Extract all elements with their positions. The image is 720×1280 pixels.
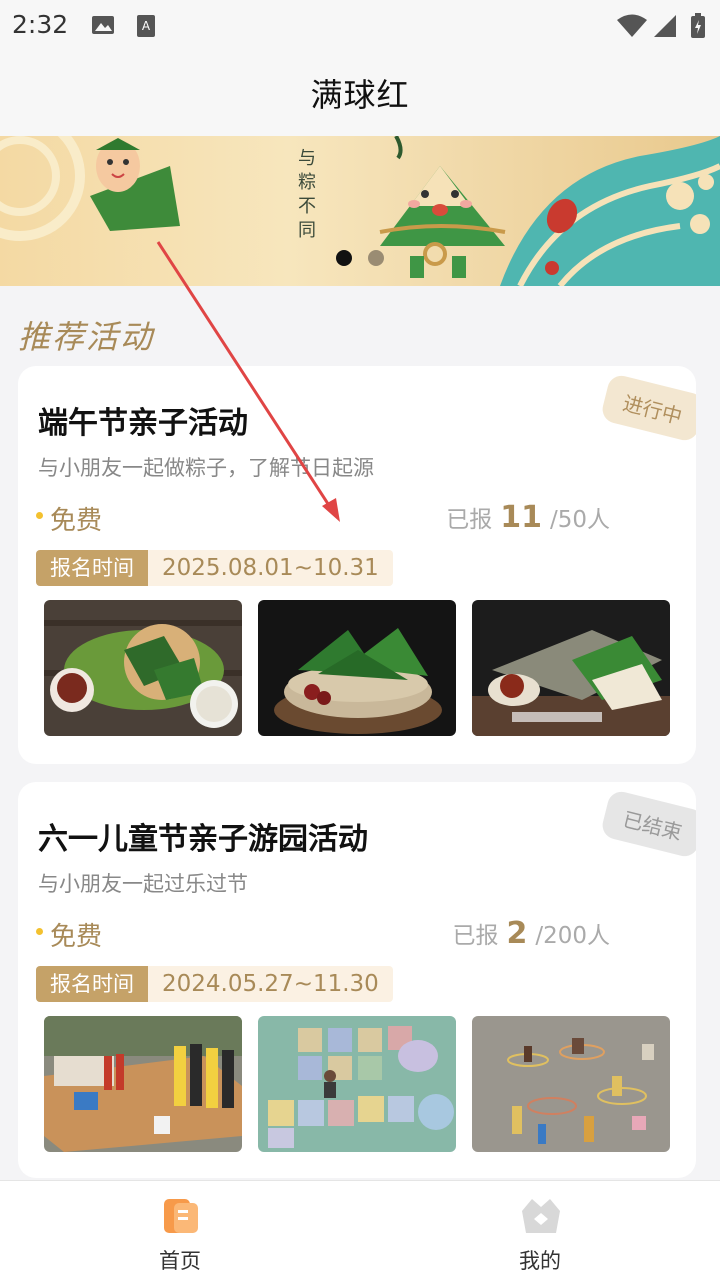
gallery-icon (92, 16, 114, 34)
signup-count: 已报 11 /50人 (446, 500, 610, 535)
activity-photo[interactable] (472, 600, 670, 736)
section-title: 推荐活动 (18, 318, 155, 356)
battery-icon (691, 13, 705, 38)
activity-photos (44, 1016, 670, 1152)
nav-home-label: 首页 (159, 1249, 201, 1273)
svg-text:同: 同 (298, 220, 316, 241)
signup-prefix: 已报 (452, 923, 499, 949)
nav-home[interactable]: 首页 (0, 1181, 360, 1280)
activity-card[interactable]: 六一儿童节亲子游园活动 与小朋友一起过乐过节 免费 已报 2 /200人 报名时… (18, 782, 696, 1178)
price-dot-icon (36, 928, 43, 935)
svg-text:不: 不 (298, 196, 316, 217)
activity-title: 六一儿童节亲子游园活动 (38, 822, 368, 857)
activity-photo[interactable] (258, 1016, 456, 1152)
activity-photos (44, 600, 670, 736)
text-app-icon: A (137, 15, 155, 37)
activity-title: 端午节亲子活动 (38, 406, 248, 441)
banner-carousel[interactable]: 与 粽 不 同 (0, 136, 720, 286)
crown-icon (522, 1199, 560, 1233)
signal-icon (654, 15, 676, 37)
price-dot-icon (36, 512, 43, 519)
svg-text:与: 与 (298, 148, 316, 169)
date-range: 2025.08.01~10.31 (148, 550, 393, 586)
activity-photo[interactable] (258, 600, 456, 736)
status-badge: 进行中 (599, 372, 696, 444)
date-range: 2024.05.27~11.30 (148, 966, 393, 1002)
status-badge: 已结束 (599, 788, 696, 860)
signup-date: 报名时间 2024.05.27~11.30 (36, 966, 393, 1002)
activity-subtitle: 与小朋友一起过乐过节 (38, 872, 248, 896)
activity-price: 免费 (50, 506, 103, 536)
activity-photo[interactable] (44, 1016, 242, 1152)
signup-total: /200人 (535, 923, 610, 949)
carousel-dot[interactable] (368, 250, 384, 266)
date-label: 报名时间 (36, 966, 148, 1002)
nav-mine-label: 我的 (519, 1249, 561, 1273)
banner-illustration: 与 粽 不 同 (0, 136, 720, 286)
date-label: 报名时间 (36, 550, 148, 586)
app-title: 满球红 (310, 76, 410, 114)
activity-price: 免费 (50, 922, 103, 952)
nav-mine[interactable]: 我的 (360, 1181, 720, 1280)
activity-photo[interactable] (44, 600, 242, 736)
status-time: 2:32 (12, 10, 69, 39)
wifi-icon (617, 14, 647, 37)
svg-text:粽: 粽 (298, 172, 316, 193)
svg-text:A: A (142, 19, 151, 33)
activity-photo[interactable] (472, 1016, 670, 1152)
activity-card[interactable]: 端午节亲子活动 与小朋友一起做粽子，了解节日起源 免费 已报 11 /50人 报… (18, 366, 696, 764)
bottom-nav: 首页 我的 (0, 1180, 720, 1280)
signup-count: 已报 2 /200人 (452, 916, 610, 951)
status-bar: 2:32 A (0, 0, 720, 50)
carousel-dot-active[interactable] (336, 250, 352, 266)
activity-subtitle: 与小朋友一起做粽子，了解节日起源 (38, 456, 374, 480)
signup-total: /50人 (549, 507, 610, 533)
signup-number: 2 (506, 916, 528, 951)
signup-number: 11 (500, 500, 542, 535)
signup-prefix: 已报 (446, 507, 493, 533)
signup-date: 报名时间 2025.08.01~10.31 (36, 550, 393, 586)
app-bar: 满球红 (0, 50, 720, 136)
home-icon (164, 1199, 198, 1233)
